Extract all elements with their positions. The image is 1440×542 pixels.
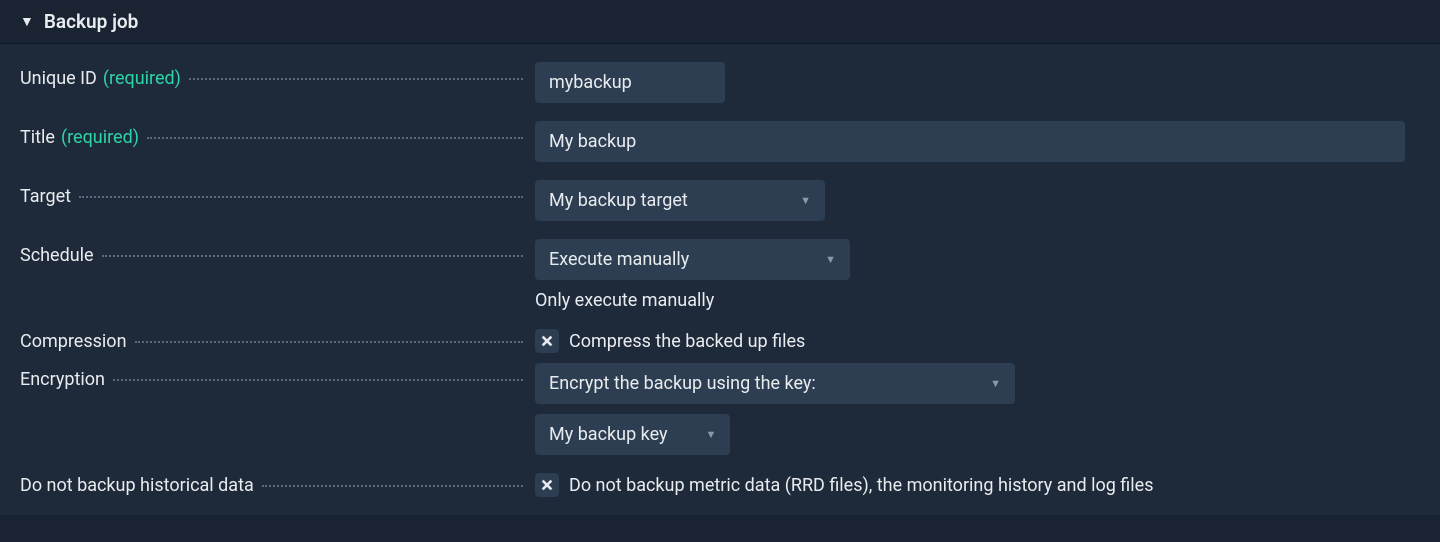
target-select-value: My backup target (549, 190, 688, 211)
title-input[interactable] (535, 121, 1405, 162)
x-mark-icon (540, 478, 554, 492)
label-col: Schedule (20, 239, 535, 266)
section-title: Backup job (44, 10, 139, 33)
value-col: My backup target ▼ (535, 180, 1420, 221)
chevron-down-icon: ▼ (825, 253, 836, 266)
label-col: Unique ID (required) (20, 62, 535, 89)
dots-filler (135, 341, 523, 343)
schedule-hint: Only execute manually (535, 290, 1420, 311)
historical-checkbox[interactable] (535, 473, 559, 497)
label-title: Title (20, 127, 55, 148)
label-unique-id: Unique ID (20, 68, 97, 89)
encryption-key-value: My backup key (549, 424, 668, 445)
backup-job-section: ▼ Backup job Unique ID (required) Title … (0, 0, 1440, 515)
chevron-down-icon: ▼ (990, 377, 1001, 390)
row-compression: Compression Compress the backed up files (20, 329, 1420, 353)
value-col: Do not backup metric data (RRD files), t… (535, 473, 1420, 497)
compression-checkbox-label: Compress the backed up files (569, 331, 805, 352)
dots-filler (79, 196, 523, 198)
target-select[interactable]: My backup target ▼ (535, 180, 825, 221)
row-title: Title (required) (20, 121, 1420, 162)
required-marker: (required) (61, 127, 139, 148)
compression-checkbox[interactable] (535, 329, 559, 353)
compression-checkbox-row: Compress the backed up files (535, 329, 1420, 353)
chevron-down-icon: ▼ (706, 428, 717, 441)
row-encryption: Encryption Encrypt the backup using the … (20, 363, 1420, 455)
label-col: Target (20, 180, 535, 207)
dots-filler (102, 255, 523, 257)
dots-filler (189, 78, 523, 80)
required-marker: (required) (103, 68, 181, 89)
value-col: Execute manually ▼ Only execute manually (535, 239, 1420, 311)
encryption-key-select[interactable]: My backup key ▼ (535, 414, 730, 455)
row-target: Target My backup target ▼ (20, 180, 1420, 221)
encryption-select-value: Encrypt the backup using the key: (549, 373, 816, 394)
label-col: Compression (20, 329, 535, 352)
schedule-select[interactable]: Execute manually ▼ (535, 239, 850, 280)
label-schedule: Schedule (20, 245, 94, 266)
dots-filler (113, 379, 523, 381)
label-encryption: Encryption (20, 369, 105, 390)
form-body: Unique ID (required) Title (required) Ta… (0, 44, 1440, 515)
schedule-select-value: Execute manually (549, 249, 689, 270)
value-col (535, 62, 1420, 103)
label-col: Do not backup historical data (20, 473, 535, 496)
label-col: Encryption (20, 363, 535, 390)
collapse-triangle-icon: ▼ (20, 13, 34, 30)
unique-id-input[interactable] (535, 62, 725, 103)
label-col: Title (required) (20, 121, 535, 148)
dots-filler (262, 485, 523, 487)
label-compression: Compression (20, 331, 127, 352)
chevron-down-icon: ▼ (800, 194, 811, 207)
value-col: Encrypt the backup using the key: ▼ My b… (535, 363, 1420, 455)
encryption-select[interactable]: Encrypt the backup using the key: ▼ (535, 363, 1015, 404)
value-col: Compress the backed up files (535, 329, 1420, 353)
row-historical: Do not backup historical data Do not bac… (20, 473, 1420, 497)
row-schedule: Schedule Execute manually ▼ Only execute… (20, 239, 1420, 311)
label-historical: Do not backup historical data (20, 475, 254, 496)
section-header[interactable]: ▼ Backup job (0, 0, 1440, 44)
dots-filler (147, 137, 523, 139)
historical-checkbox-row: Do not backup metric data (RRD files), t… (535, 473, 1420, 497)
historical-checkbox-label: Do not backup metric data (RRD files), t… (569, 475, 1154, 496)
label-target: Target (20, 186, 71, 207)
row-unique-id: Unique ID (required) (20, 62, 1420, 103)
value-col (535, 121, 1420, 162)
x-mark-icon (540, 334, 554, 348)
